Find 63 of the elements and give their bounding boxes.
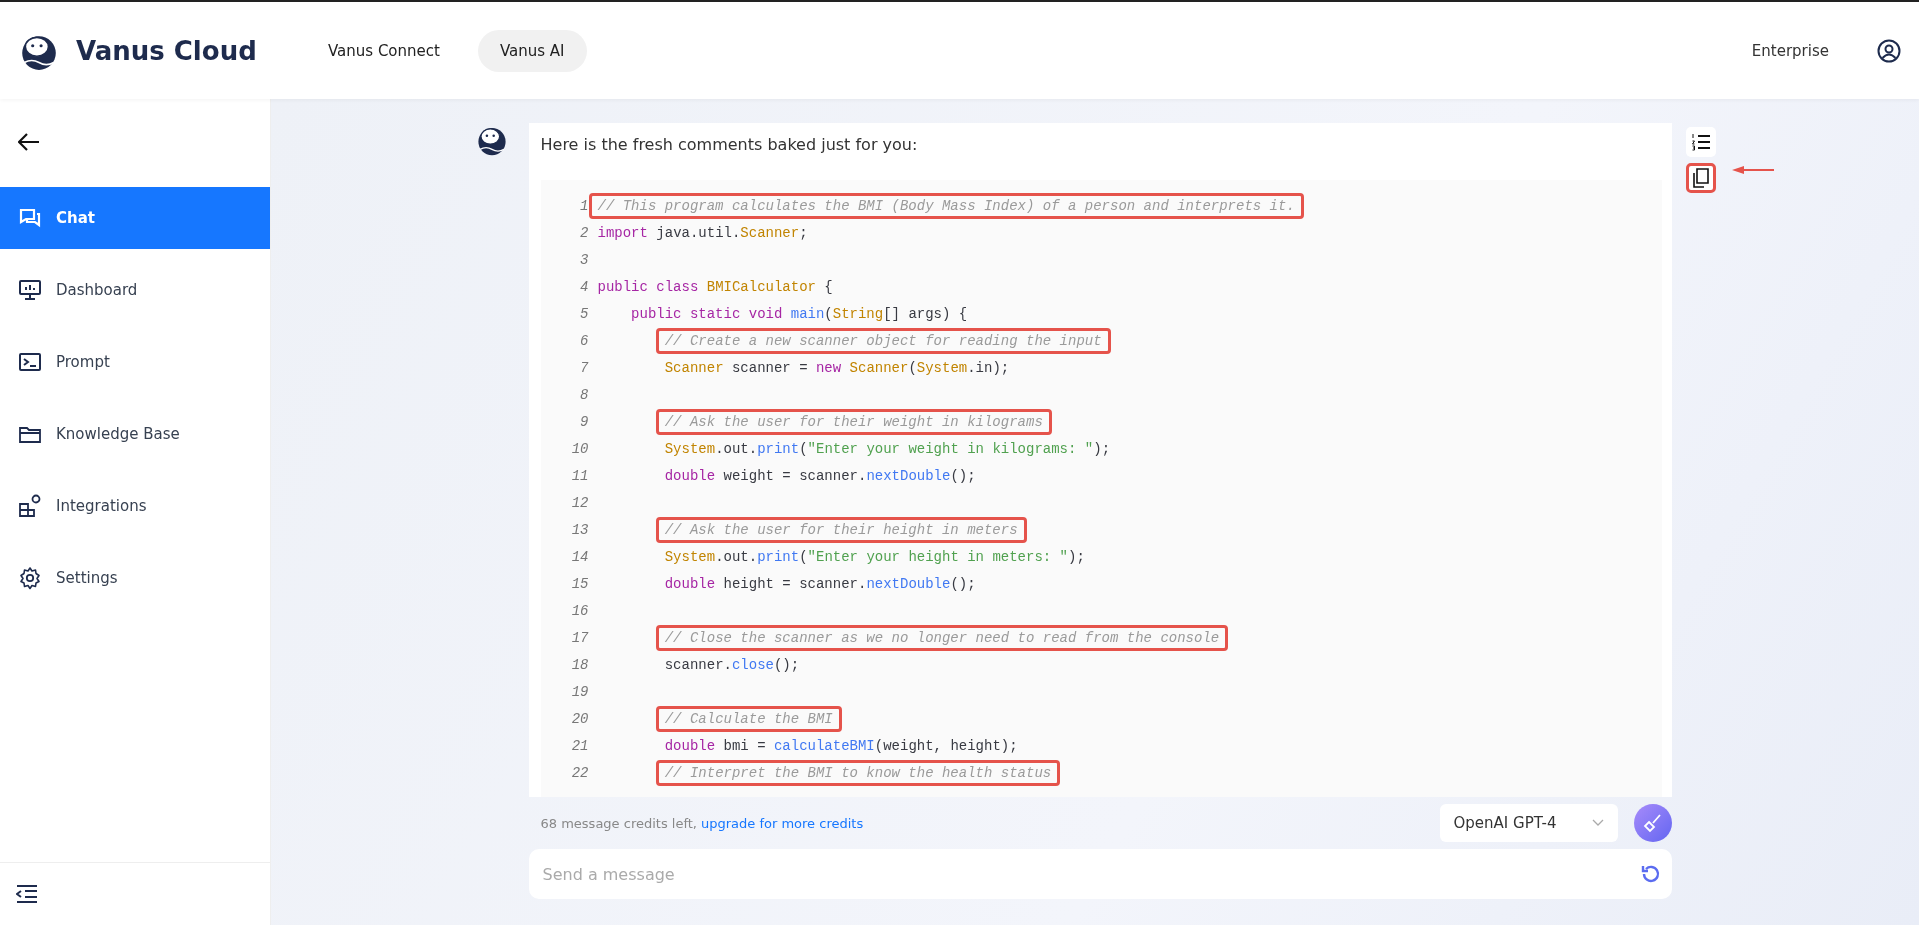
line-number: 6 — [579, 332, 590, 349]
enterprise-link[interactable]: Enterprise — [1751, 41, 1829, 60]
code-line: public static void main(String[] args) { — [630, 304, 969, 324]
integrations-icon — [18, 494, 42, 518]
line-number: 14 — [570, 548, 590, 565]
sidebar-item[interactable]: Chat — [0, 187, 270, 249]
broom-icon — [1642, 813, 1663, 833]
line-number: 9 — [579, 413, 590, 430]
pointer-arrow — [1731, 165, 1774, 175]
line-number: 7 — [579, 359, 590, 376]
line-number: 19 — [570, 683, 590, 700]
sidebar-item[interactable]: Dashboard — [0, 259, 270, 321]
copy-icon — [1692, 168, 1709, 188]
collapse-menu-icon[interactable] — [16, 885, 38, 903]
terminal-icon — [18, 350, 42, 374]
line-number: 2 — [579, 224, 590, 241]
user-avatar-icon[interactable] — [1877, 38, 1901, 63]
dashboard-icon — [18, 278, 42, 302]
chevron-down-icon — [1591, 819, 1604, 827]
code-line: scanner.close(); — [663, 655, 801, 675]
line-number: 17 — [570, 629, 590, 646]
code-line: double bmi = calculateBMI(weight, height); — [663, 736, 1019, 756]
line-number: 12 — [570, 494, 590, 511]
nav-tab[interactable]: Vanus AI — [477, 29, 587, 72]
code-line: Scanner scanner = new Scanner(System.in); — [663, 358, 1011, 378]
model-select[interactable]: OpenAI GPT-4 — [1439, 804, 1618, 842]
code-line: System.out.print("Enter your weight in kilograms: "); — [663, 439, 1112, 459]
line-number: 22 — [570, 764, 590, 781]
copy-button[interactable] — [1685, 163, 1716, 193]
line-number: 3 — [579, 251, 590, 268]
sidebar-item[interactable]: Settings — [0, 547, 270, 609]
clear-chat-button[interactable] — [1633, 804, 1672, 842]
chat-icon — [18, 206, 42, 230]
line-number: 21 — [570, 737, 590, 754]
line-number: 20 — [570, 710, 590, 727]
code-line: double weight = scanner.nextDouble(); — [663, 466, 977, 486]
sidebar-item[interactable]: Integrations — [0, 475, 270, 537]
refresh-icon[interactable] — [1639, 863, 1662, 885]
line-number: 11 — [570, 467, 590, 484]
numbered-list-icon — [1690, 133, 1711, 151]
line-number: 16 — [570, 602, 590, 619]
nav-tab[interactable]: Vanus Connect — [306, 29, 462, 72]
line-number: 5 — [579, 305, 590, 322]
line-number: 10 — [570, 440, 590, 457]
list-button[interactable] — [1685, 127, 1716, 157]
line-number: 13 — [570, 521, 590, 538]
line-number: 1 — [579, 197, 590, 214]
back-arrow-icon — [18, 133, 40, 151]
code-line: public class BMICalculator { — [596, 277, 834, 297]
line-number: 4 — [579, 278, 590, 295]
upgrade-link[interactable]: upgrade for more credits — [701, 815, 864, 831]
settings-icon — [18, 566, 42, 590]
sidebar-item[interactable]: Knowledge Base — [0, 403, 270, 465]
code-line: System.out.print("Enter your height in meters: "); — [663, 547, 1086, 567]
line-number: 8 — [579, 386, 590, 403]
sidebar-item[interactable]: Prompt — [0, 331, 270, 393]
code-line: import java.util.Scanner; — [596, 223, 809, 243]
credits-text: 68 message credits left, — [540, 815, 697, 831]
message-text: Here is the fresh comments baked just for you: — [540, 135, 919, 154]
code-line: double height = scanner.nextDouble(); — [663, 574, 977, 594]
line-number: 15 — [570, 575, 590, 592]
brand-name: Vanus Cloud — [76, 35, 258, 66]
line-number: 18 — [570, 656, 590, 673]
